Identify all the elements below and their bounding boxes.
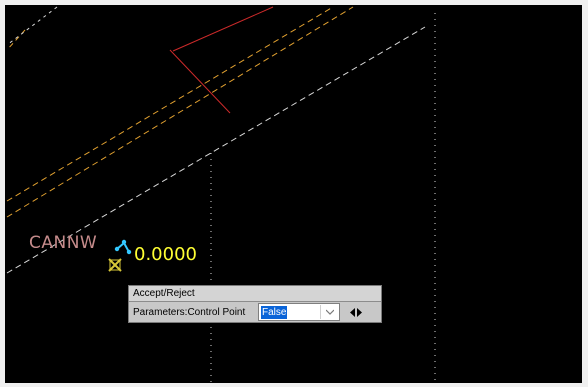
control-point-value[interactable]: False: [261, 305, 288, 319]
orange-offset-line-2: [6, 6, 354, 218]
drawing-viewport[interactable]: CANNW 0.0000 Accept/Reject Parameters:Co…: [5, 5, 582, 383]
chevron-down-icon[interactable]: [320, 305, 339, 319]
white-edge-line-2: [6, 6, 58, 46]
parameter-label: Parameters:Control Point: [133, 306, 246, 318]
point-name-label: CANNW: [29, 233, 98, 253]
accept-reject-dialog: Accept/Reject Parameters:Control Point F…: [128, 285, 382, 323]
grip-icon[interactable]: [114, 239, 132, 255]
red-boundary-line: [172, 6, 274, 52]
orange-offset-line-3: [6, 6, 334, 202]
elevation-value-label: 0.0000: [134, 244, 197, 265]
dialog-title: Accept/Reject: [129, 286, 381, 302]
parameter-row: Parameters:Control Point False: [129, 302, 381, 322]
control-point-select[interactable]: False: [258, 303, 340, 321]
point-marker-icon[interactable]: [108, 258, 122, 272]
red-boundary-line-2: [169, 49, 231, 114]
left-right-arrows-icon[interactable]: [350, 307, 362, 317]
drawing-canvas[interactable]: [5, 5, 582, 383]
